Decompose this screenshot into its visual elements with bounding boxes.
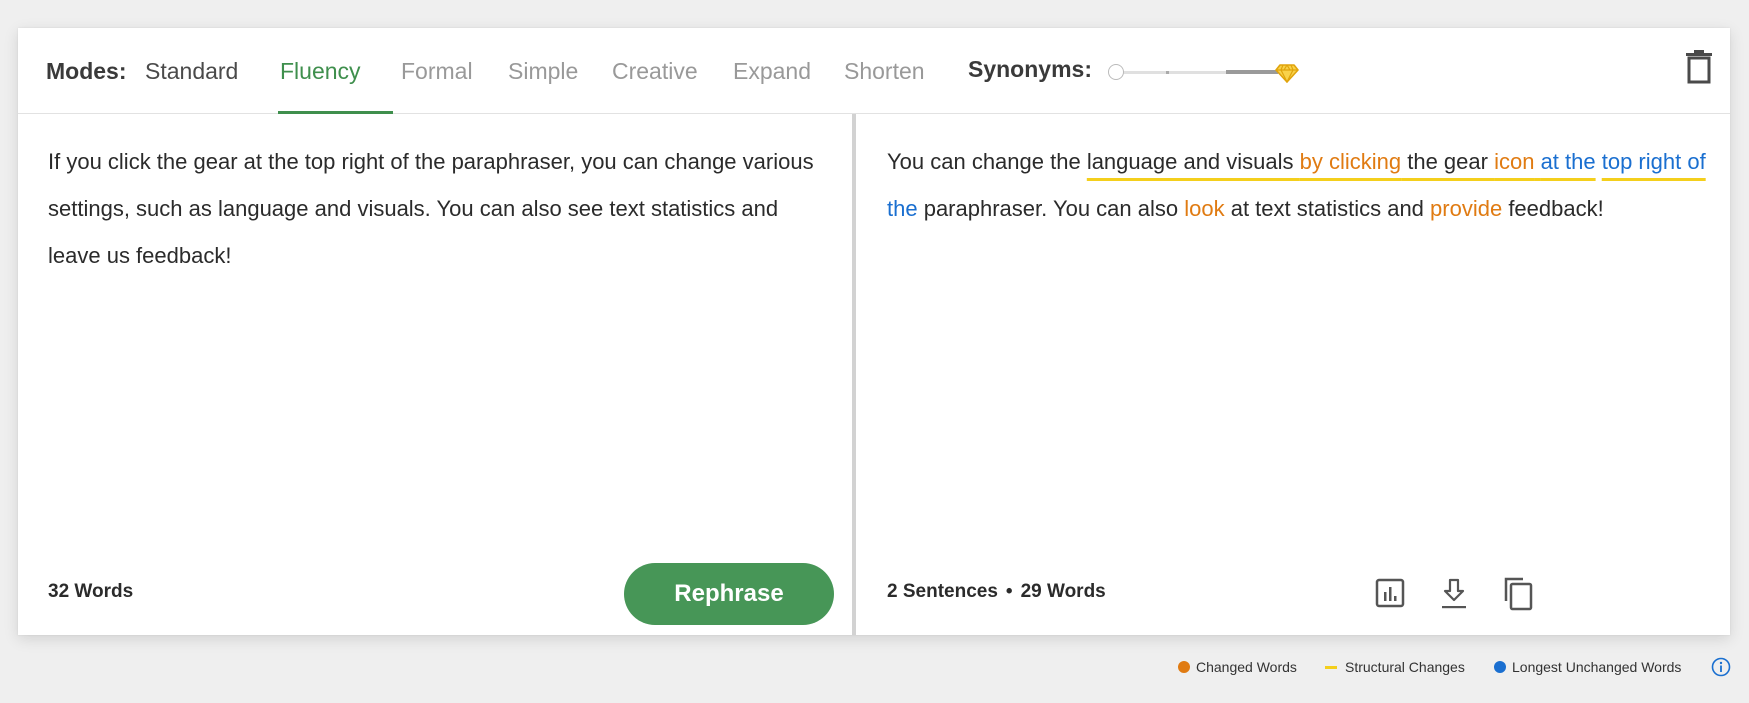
- changed-word[interactable]: icon: [1494, 149, 1534, 174]
- output-segment: feedback!: [1502, 196, 1604, 221]
- highlight-legend: Changed Words Structural Changes Longest…: [0, 656, 1749, 680]
- legend-structural-changes: Structural Changes: [1325, 659, 1465, 675]
- sentence-count: 2 Sentences: [887, 581, 998, 602]
- modes-label: Modes:: [46, 58, 127, 84]
- stats-icon[interactable]: [1374, 575, 1406, 611]
- premium-diamond-icon: [1275, 64, 1299, 83]
- synonyms-label: Synonyms:: [968, 56, 1092, 82]
- active-tab-indicator: [278, 111, 393, 114]
- tab-formal[interactable]: Formal: [401, 58, 473, 85]
- legend-longest-unchanged: Longest Unchanged Words: [1494, 659, 1681, 675]
- input-text[interactable]: If you click the gear at the top right o…: [48, 138, 818, 279]
- modes-header: Modes: Standard Fluency Formal Simple Cr…: [18, 28, 1730, 114]
- legend-changed-label: Changed Words: [1196, 659, 1297, 675]
- longest-unchanged-word: top right of: [1601, 149, 1706, 174]
- output-segment: the gear: [1401, 149, 1495, 174]
- orange-dot-icon: [1178, 661, 1190, 673]
- output-segment: at text statistics and: [1224, 196, 1431, 221]
- copy-icon[interactable]: [1502, 575, 1534, 611]
- input-word-count: 32 Words: [48, 581, 134, 602]
- changed-word[interactable]: provide: [1430, 196, 1502, 221]
- slider-premium-range: [1226, 70, 1278, 74]
- changed-word[interactable]: by clicking: [1300, 149, 1401, 174]
- legend-changed-words: Changed Words: [1178, 659, 1297, 675]
- synonyms-slider[interactable]: [1108, 62, 1303, 84]
- tab-creative[interactable]: Creative: [612, 58, 698, 85]
- yellow-dash-icon: [1325, 665, 1337, 669]
- output-segment: You can change the: [887, 149, 1087, 174]
- output-stats: 2 Sentences • 29 Words: [887, 581, 1106, 603]
- slider-tick: [1166, 71, 1169, 74]
- output-segment: language and visuals: [1086, 149, 1300, 174]
- tab-expand[interactable]: Expand: [733, 58, 811, 85]
- legend-structural-label: Structural Changes: [1345, 659, 1465, 675]
- download-icon[interactable]: [1438, 575, 1470, 611]
- legend-longest-label: Longest Unchanged Words: [1512, 659, 1682, 675]
- paraphraser-card: Modes: Standard Fluency Formal Simple Cr…: [18, 28, 1730, 635]
- rephrase-button[interactable]: Rephrase: [624, 563, 834, 625]
- output-word-count: 29 Words: [1020, 581, 1106, 602]
- panel-divider[interactable]: [852, 114, 856, 635]
- output-segment: paraphraser. You can also: [917, 196, 1185, 221]
- tab-fluency[interactable]: Fluency: [280, 58, 361, 85]
- separator-dot: •: [1005, 581, 1013, 602]
- changed-word[interactable]: look: [1184, 196, 1224, 221]
- info-icon[interactable]: [1711, 657, 1731, 677]
- tab-simple[interactable]: Simple: [508, 58, 578, 85]
- slider-thumb[interactable]: [1108, 64, 1124, 80]
- longest-unchanged-word: the: [887, 196, 918, 221]
- trash-icon[interactable]: [1685, 50, 1713, 84]
- output-text[interactable]: You can change the language and visuals …: [887, 138, 1707, 232]
- longest-unchanged-word: at the: [1540, 149, 1596, 174]
- tab-standard[interactable]: Standard: [145, 58, 238, 85]
- tab-shorten[interactable]: Shorten: [844, 58, 925, 85]
- blue-dot-icon: [1494, 661, 1506, 673]
